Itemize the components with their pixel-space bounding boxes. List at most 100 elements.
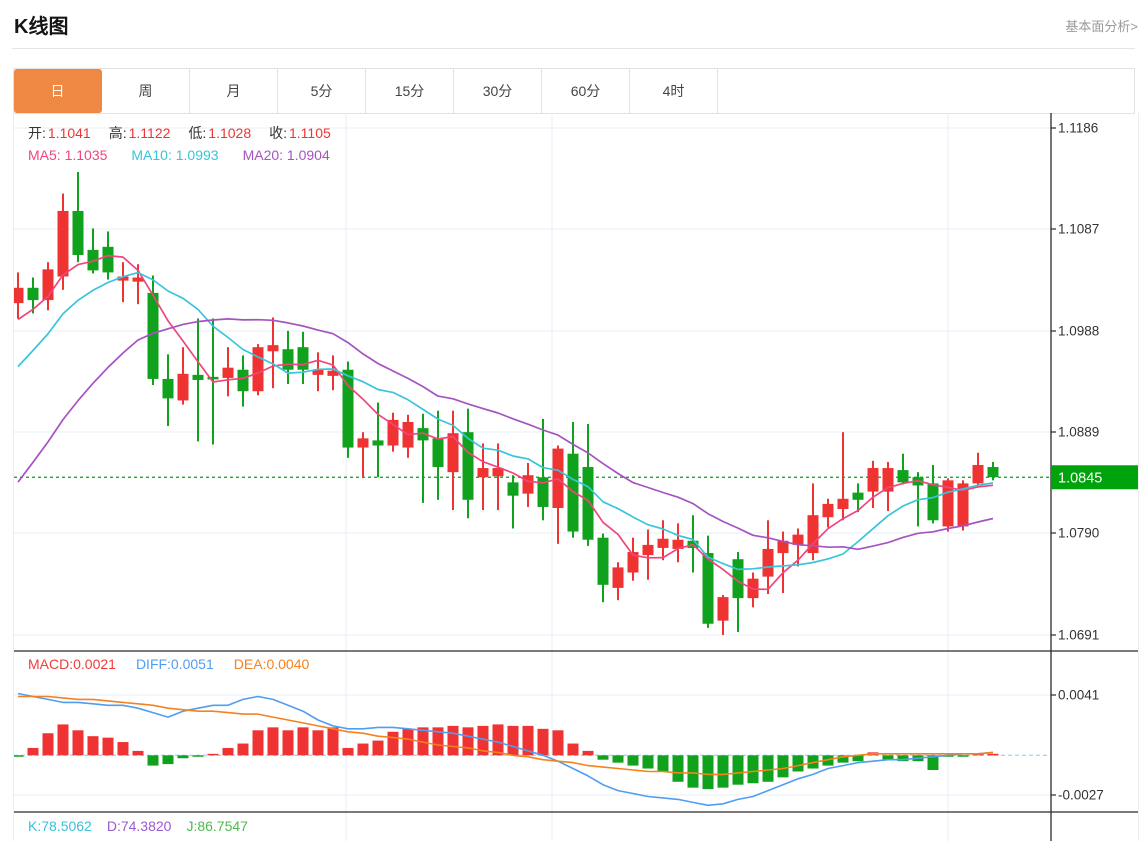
macd-histogram-bar	[342, 747, 354, 756]
candle-body	[612, 567, 624, 588]
candle-body	[987, 467, 999, 478]
macd-histogram-bar	[447, 725, 459, 756]
candle-body	[252, 347, 264, 392]
candle-body	[14, 287, 24, 304]
candle-body	[927, 483, 939, 521]
candle-body	[852, 492, 864, 500]
price-tick-label: 1.0889	[1058, 425, 1099, 440]
high-label: 高:	[108, 125, 127, 141]
diff-legend-value: DIFF:0.0051	[135, 656, 214, 672]
d-legend-value: D:74.3820	[106, 818, 172, 834]
macd-histogram-bar	[957, 755, 969, 757]
page-title: K线图	[14, 16, 69, 38]
macd-histogram-bar	[717, 755, 729, 788]
macd-histogram-bar	[987, 753, 999, 756]
macd-tick-label: 0.0041	[1058, 688, 1099, 703]
macd-histogram-bar	[297, 727, 309, 756]
macd-histogram-bar	[597, 755, 609, 760]
fundamental-analysis-link[interactable]: 基本面分析>	[1065, 16, 1138, 35]
tab-30分[interactable]: 30分	[454, 69, 542, 113]
macd-histogram-bar	[177, 755, 189, 759]
macd-histogram-bar	[252, 730, 264, 756]
candle-body	[762, 548, 774, 577]
macd-histogram-bar	[117, 742, 129, 756]
macd-histogram-bar	[732, 755, 744, 785]
macd-histogram-bar	[687, 755, 699, 788]
open-value: 1.1041	[47, 125, 91, 141]
candle-body	[582, 467, 594, 540]
tab-日[interactable]: 日	[14, 69, 102, 113]
tab-60分[interactable]: 60分	[542, 69, 630, 113]
macd-histogram-bar	[762, 755, 774, 782]
macd-histogram-bar	[132, 750, 144, 756]
price-tick-label: 1.1186	[1058, 121, 1098, 136]
macd-legend-value: MACD:0.0021	[28, 656, 116, 672]
candle-body	[297, 347, 309, 370]
macd-histogram-bar	[582, 750, 594, 756]
candle-body	[237, 369, 249, 392]
k-legend-value: K:78.5062	[28, 818, 92, 834]
macd-histogram-bar	[702, 755, 714, 790]
candle-body	[462, 432, 474, 500]
macd-histogram-bar	[552, 730, 564, 756]
candle-body	[522, 475, 534, 494]
kdj-legend: K:78.5062 D:74.3820 J:86.7547	[28, 818, 248, 834]
ma5-legend-value: MA5: 1.1035	[28, 147, 108, 163]
candle-body	[177, 373, 189, 401]
high-value: 1.1122	[128, 125, 171, 141]
close-value: 1.1105	[289, 125, 331, 141]
macd-histogram-bar	[57, 724, 69, 756]
high-item: 高: 1.1122	[109, 123, 171, 143]
macd-histogram-bar	[492, 724, 504, 756]
tab-周[interactable]: 周	[102, 69, 190, 113]
period-tab-bar: 日周月 5分 15分 30分 60分 4时	[13, 68, 1135, 114]
candle-body	[867, 468, 879, 492]
tab-4时[interactable]: 4时	[630, 69, 718, 113]
macd-histogram-bar	[357, 743, 369, 756]
tab-月[interactable]: 月	[190, 69, 278, 113]
macd-tick-label: -0.0027	[1058, 788, 1104, 803]
candle-body	[897, 470, 909, 483]
current-price-badge-label: 1.0845	[1058, 470, 1102, 486]
candle-body	[597, 537, 609, 585]
macd-legend: MACD:0.0021 DIFF:0.0051 DEA:0.0040	[28, 656, 309, 672]
candle-body	[972, 464, 984, 484]
candle-body	[507, 482, 519, 496]
candle-body	[657, 538, 669, 548]
candle-body	[27, 287, 39, 301]
macd-histogram-bar	[267, 727, 279, 756]
macd-histogram-bar	[312, 730, 324, 756]
kline-chart-area: 1.1186 1.1087 1.0988 1.0889 1.0790 1.0691 0.00…	[13, 113, 1139, 841]
macd-histogram-bar	[777, 755, 789, 778]
j-legend-value: J:86.7547	[186, 818, 248, 834]
macd-histogram-bar	[27, 747, 39, 756]
kline-page: K线图 基本面分析> 日周月 5分 15分 30分 60分 4时 1.1186 1.1087…	[0, 0, 1147, 841]
macd-histogram-bar	[642, 755, 654, 769]
tab-15分[interactable]: 15分	[366, 69, 454, 113]
low-item: 低: 1.1028	[188, 123, 251, 143]
macd-histogram-bar	[87, 736, 99, 756]
macd-histogram-bar	[207, 753, 219, 756]
close-label: 收:	[269, 125, 287, 141]
candle-body	[222, 367, 234, 378]
close-item: 收: 1.1105	[269, 123, 331, 143]
ma10-legend-value: MA10: 1.0993	[131, 147, 219, 163]
macd-histogram-bar	[672, 755, 684, 782]
macd-histogram-bar	[147, 755, 159, 766]
tab-5分[interactable]: 5分	[278, 69, 366, 113]
candle-body	[372, 440, 384, 446]
diff-line	[17, 692, 994, 807]
macd-histogram-bar	[162, 755, 174, 765]
candle-body	[57, 210, 69, 277]
ma5-line	[17, 254, 994, 591]
macd-histogram-bar	[567, 743, 579, 756]
open-label: 开:	[28, 125, 46, 141]
macd-histogram-bar	[72, 730, 84, 756]
candle-body	[432, 438, 444, 468]
kline-chart-canvas[interactable]: 1.1186 1.1087 1.0988 1.0889 1.0790 1.0691 0.00…	[14, 113, 1138, 841]
price-tick-label: 1.0790	[1058, 526, 1099, 541]
macd-histogram-bar	[747, 755, 759, 784]
candle-body	[477, 468, 489, 478]
macd-histogram-bar	[507, 725, 519, 756]
macd-histogram-bar	[14, 755, 24, 757]
